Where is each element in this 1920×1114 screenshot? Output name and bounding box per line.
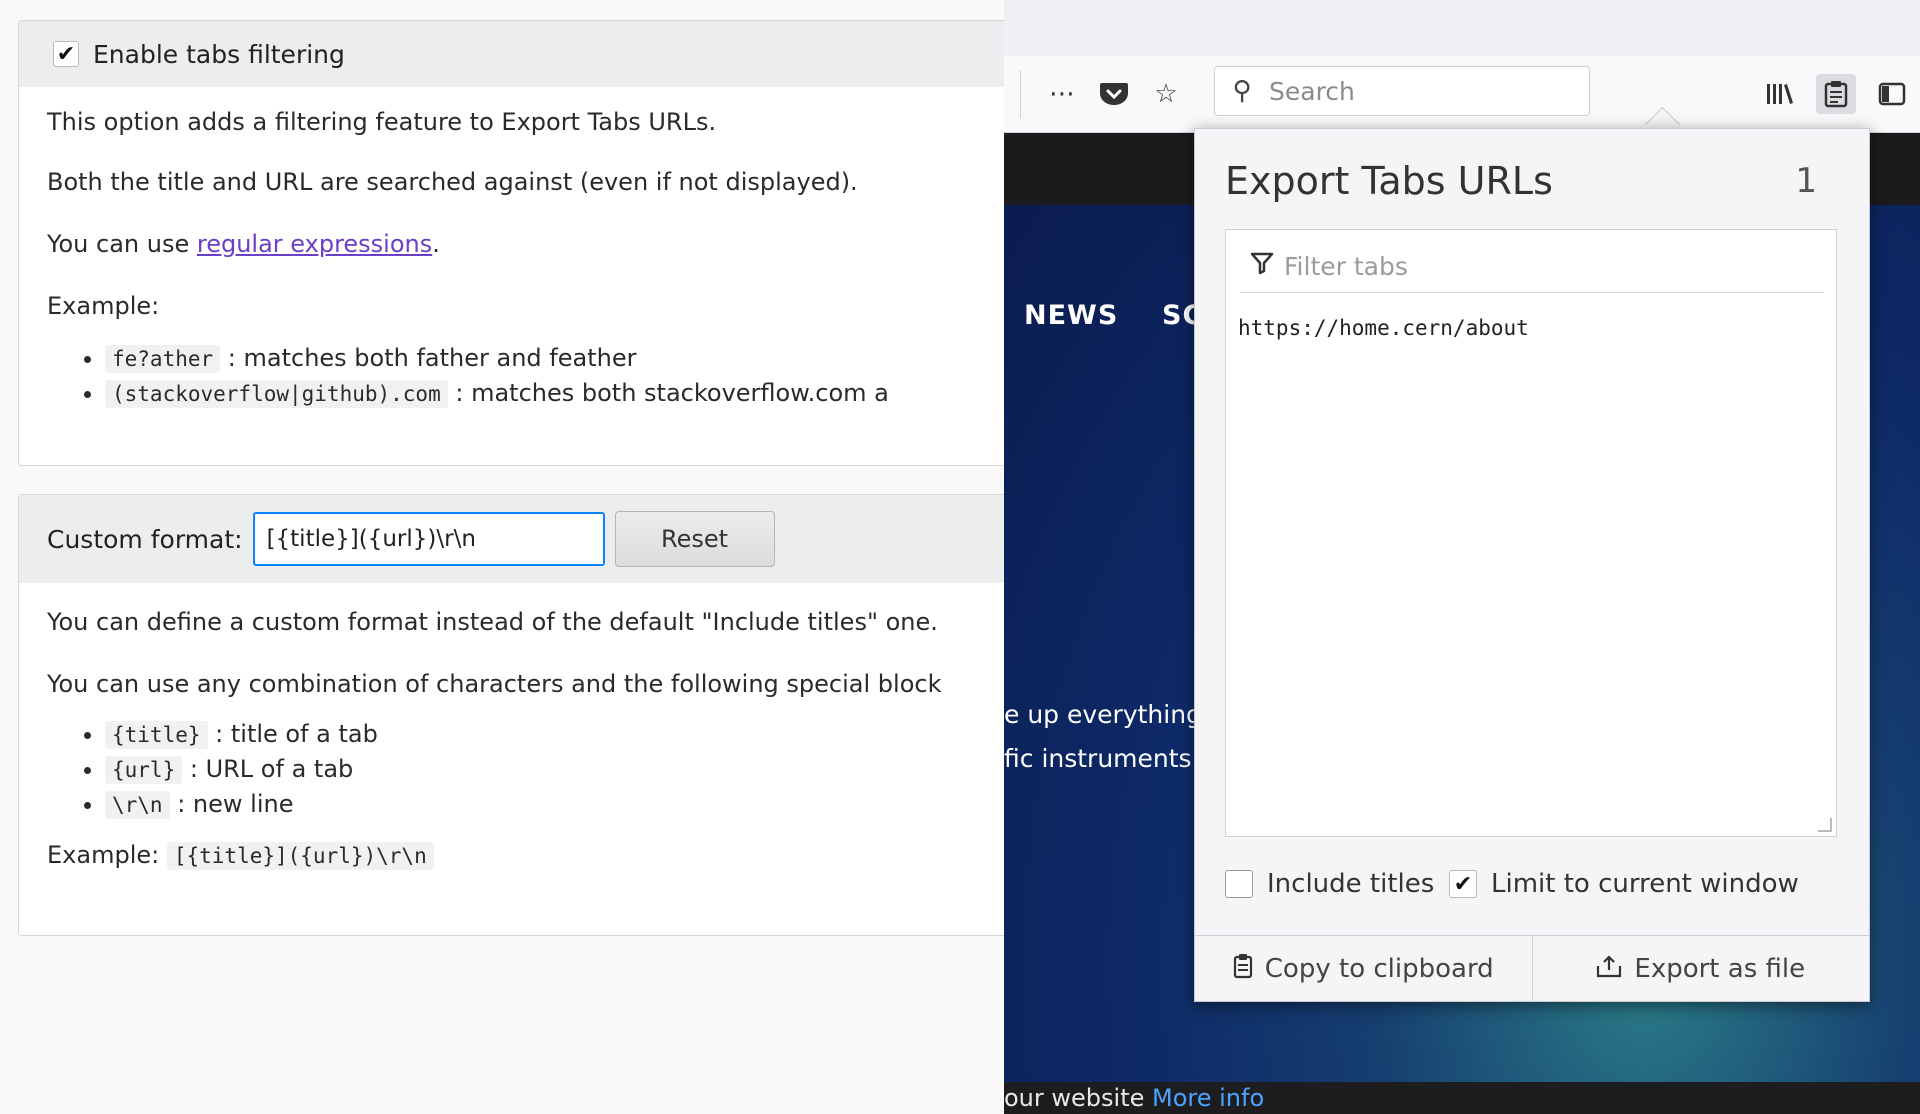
options-page: ✔ Enable tabs filtering This option adds… — [0, 0, 1004, 1114]
custom-format-label: Custom format: — [47, 524, 243, 554]
include-titles-label[interactable]: Include titles — [1267, 869, 1434, 899]
list-item: \r\n : new line — [105, 789, 1004, 820]
include-titles-option[interactable]: Include titles — [1225, 869, 1434, 899]
site-hero-text-2: fic instruments — [1004, 744, 1192, 773]
regex-link[interactable]: regular expressions — [197, 230, 432, 258]
filter-desc-1: This option adds a filtering feature to … — [47, 108, 717, 136]
filter-options-panel: ✔ Enable tabs filtering This option adds… — [18, 20, 1004, 466]
export-icon — [1596, 954, 1622, 984]
list-item: fe?ather : matches both father and feath… — [105, 343, 1004, 374]
export-tabs-icon[interactable] — [1816, 74, 1856, 114]
browser-window: ⋯ ☆ ⚲ Search NEWS SC e up everything fic… — [1004, 0, 1920, 1114]
format-blocks-list: {title} : title of a tab {url} : URL of … — [47, 719, 1004, 820]
custom-format-input[interactable] — [252, 512, 605, 566]
reset-button[interactable]: Reset — [614, 511, 775, 567]
list-item: {url} : URL of a tab — [105, 754, 1004, 785]
list-item: (stackoverflow|github).com : matches bot… — [105, 378, 1004, 409]
popup-title: Export Tabs URLs — [1225, 159, 1553, 203]
site-hero-text-1: e up everything — [1004, 700, 1202, 729]
filter-desc-3-prefix: You can use — [47, 230, 197, 258]
more-info-link[interactable]: More info — [1152, 1084, 1264, 1112]
popup-footer: Copy to clipboard Export as file — [1195, 935, 1869, 1002]
urls-textarea[interactable]: Filter tabs https://home.cern/about — [1225, 229, 1837, 837]
resize-grip[interactable] — [1818, 818, 1832, 832]
block-code: {title} — [105, 721, 208, 749]
example-code: fe?ather — [105, 345, 221, 373]
format-panel-header: Custom format: Reset — [19, 495, 1004, 583]
example-code: (stackoverflow|github).com — [105, 380, 448, 408]
sidebar-icon[interactable] — [1872, 74, 1912, 114]
export-label: Export as file — [1634, 954, 1806, 984]
format-desc-2: You can use any combination of character… — [47, 670, 942, 698]
copy-label: Copy to clipboard — [1264, 954, 1494, 984]
browser-toolbar: ⋯ ☆ ⚲ Search — [1004, 56, 1920, 133]
footer-text: our website — [1004, 1084, 1152, 1112]
filter-example-list: fe?ather : matches both father and feath… — [47, 343, 1004, 409]
format-desc-1: You can define a custom format instead o… — [47, 608, 938, 636]
site-nav-news[interactable]: NEWS — [1024, 300, 1118, 331]
search-icon: ⚲ — [1232, 76, 1252, 106]
copy-to-clipboard-button[interactable]: Copy to clipboard — [1195, 936, 1532, 1002]
cookie-footer: our website More info — [1004, 1082, 1920, 1114]
toolbar-separator — [1020, 70, 1021, 118]
filter-panel-header: ✔ Enable tabs filtering — [19, 21, 1004, 87]
pocket-icon[interactable] — [1094, 74, 1134, 114]
filter-panel-body: This option adds a filtering feature to … — [19, 87, 1004, 423]
tab-strip — [1004, 0, 1920, 57]
example-text: : matches both father and feather — [220, 344, 637, 372]
enable-filtering-label[interactable]: Enable tabs filtering — [93, 40, 345, 69]
limit-window-option[interactable]: ✔ Limit to current window — [1449, 869, 1799, 899]
filter-placeholder: Filter tabs — [1284, 251, 1408, 281]
list-item: {title} : title of a tab — [105, 719, 1004, 750]
filter-icon — [1240, 251, 1284, 282]
example-text: : matches both stackoverflow.com a — [447, 379, 889, 407]
limit-window-label[interactable]: Limit to current window — [1491, 869, 1799, 899]
tab-count-badge: 1 — [1795, 161, 1817, 201]
block-text: : title of a tab — [207, 720, 378, 748]
include-titles-checkbox[interactable] — [1225, 870, 1253, 898]
format-example-label: Example: — [47, 841, 160, 869]
filter-desc-3: You can use regular expressions. — [47, 229, 1004, 259]
library-icon[interactable] — [1760, 74, 1800, 114]
filter-desc-3-suffix: . — [432, 230, 440, 258]
block-text: : new line — [169, 790, 294, 818]
export-tabs-popup: Export Tabs URLs 1 Filter tabs https://h… — [1194, 128, 1870, 1002]
format-example: Example: [{title}]({url})\r\n — [47, 840, 1004, 871]
export-as-file-button[interactable]: Export as file — [1531, 936, 1870, 1002]
format-example-code: [{title}]({url})\r\n — [166, 842, 434, 870]
bookmark-star-icon[interactable]: ☆ — [1146, 74, 1186, 114]
filter-input[interactable]: Filter tabs — [1240, 240, 1824, 293]
limit-window-checkbox[interactable]: ✔ — [1449, 870, 1477, 898]
more-icon[interactable]: ⋯ — [1042, 74, 1082, 114]
clipboard-icon — [1233, 953, 1253, 985]
format-options-panel: Custom format: Reset You can define a cu… — [18, 494, 1004, 936]
enable-filtering-checkbox[interactable]: ✔ — [53, 41, 79, 67]
search-input[interactable]: ⚲ Search — [1214, 66, 1590, 116]
block-text: : URL of a tab — [182, 755, 354, 783]
filter-example-label: Example: — [47, 292, 160, 320]
filter-desc-2: Both the title and URL are searched agai… — [47, 168, 858, 196]
block-code: \r\n — [105, 791, 170, 819]
format-panel-body: You can define a custom format instead o… — [19, 583, 1004, 905]
url-list-item: https://home.cern/about — [1238, 316, 1529, 340]
search-placeholder: Search — [1269, 76, 1355, 106]
block-code: {url} — [105, 756, 183, 784]
